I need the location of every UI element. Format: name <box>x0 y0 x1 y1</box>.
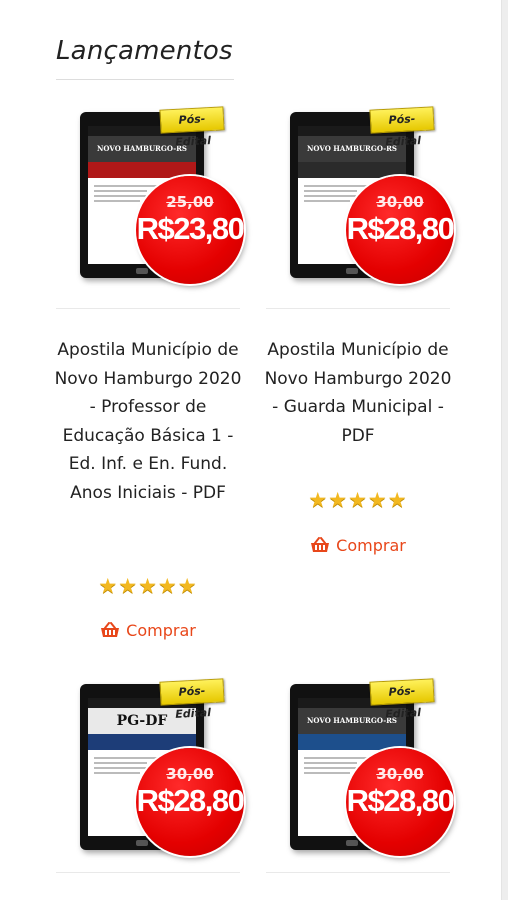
product-card: PG-DF Pós-Edital 30,00 R$28,80 <box>56 672 245 873</box>
page-scrollbar[interactable] <box>501 0 508 900</box>
tablet-home-button <box>346 268 358 274</box>
current-price: R$28,80 <box>346 211 455 246</box>
product-card: NOVO HAMBURGO-RS Pós-Edital 25,00 R$23,8… <box>55 100 245 640</box>
cover-subtitle-band <box>298 734 406 750</box>
section-title-underline <box>56 79 234 80</box>
current-price: R$28,80 <box>136 783 245 818</box>
pos-edital-badge: Pós-Edital <box>369 106 435 149</box>
section-title: Lançamentos <box>56 36 233 66</box>
buy-label: Comprar <box>336 536 406 555</box>
product-card: NOVO HAMBURGO-RS Pós-Edital 30,00 R$28,8… <box>266 672 455 873</box>
cover-subtitle-band <box>88 162 196 178</box>
buy-label: Comprar <box>126 621 196 640</box>
cover-subtitle-band <box>88 734 196 750</box>
product-name-link[interactable]: Apostila Município de Novo Hamburgo 2020… <box>260 336 456 450</box>
product-name-link[interactable]: Apostila Município de Novo Hamburgo 2020… <box>50 336 246 507</box>
pos-edital-badge: Pós-Edital <box>159 106 225 149</box>
old-price: 30,00 <box>166 765 214 783</box>
basket-icon <box>101 622 120 637</box>
old-price: 25,00 <box>166 193 214 211</box>
tablet-home-button <box>136 840 148 846</box>
buy-button[interactable]: Comprar <box>56 621 240 640</box>
price-badge: 30,00 R$28,80 <box>346 748 455 856</box>
product-thumbnail[interactable]: NOVO HAMBURGO-RS Pós-Edital 25,00 R$23,8… <box>56 100 245 290</box>
basket-icon <box>311 537 330 552</box>
price-badge: 30,00 R$28,80 <box>136 748 245 856</box>
tablet-home-button <box>346 840 358 846</box>
old-price: 30,00 <box>376 765 424 783</box>
price-badge: 25,00 R$23,80 <box>136 176 245 284</box>
product-thumbnail[interactable]: NOVO HAMBURGO-RS Pós-Edital 30,00 R$28,8… <box>266 100 455 290</box>
tablet-home-button <box>136 268 148 274</box>
product-thumbnail[interactable]: NOVO HAMBURGO-RS Pós-Edital 30,00 R$28,8… <box>266 672 455 862</box>
pos-edital-badge: Pós-Edital <box>159 678 225 721</box>
current-price: R$28,80 <box>346 783 455 818</box>
divider <box>266 872 450 873</box>
pos-edital-badge: Pós-Edital <box>369 678 435 721</box>
divider <box>56 308 240 309</box>
rating-stars: ★★★★★ <box>98 574 198 598</box>
old-price: 30,00 <box>376 193 424 211</box>
divider <box>266 308 450 309</box>
product-thumbnail[interactable]: PG-DF Pós-Edital 30,00 R$28,80 <box>56 672 245 862</box>
cover-subtitle-band <box>298 162 406 178</box>
rating-stars: ★★★★★ <box>308 488 408 512</box>
price-badge: 30,00 R$28,80 <box>346 176 455 284</box>
current-price: R$23,80 <box>136 211 245 246</box>
divider <box>56 872 240 873</box>
buy-button[interactable]: Comprar <box>266 536 450 555</box>
product-card: NOVO HAMBURGO-RS Pós-Edital 30,00 R$28,8… <box>265 100 455 555</box>
